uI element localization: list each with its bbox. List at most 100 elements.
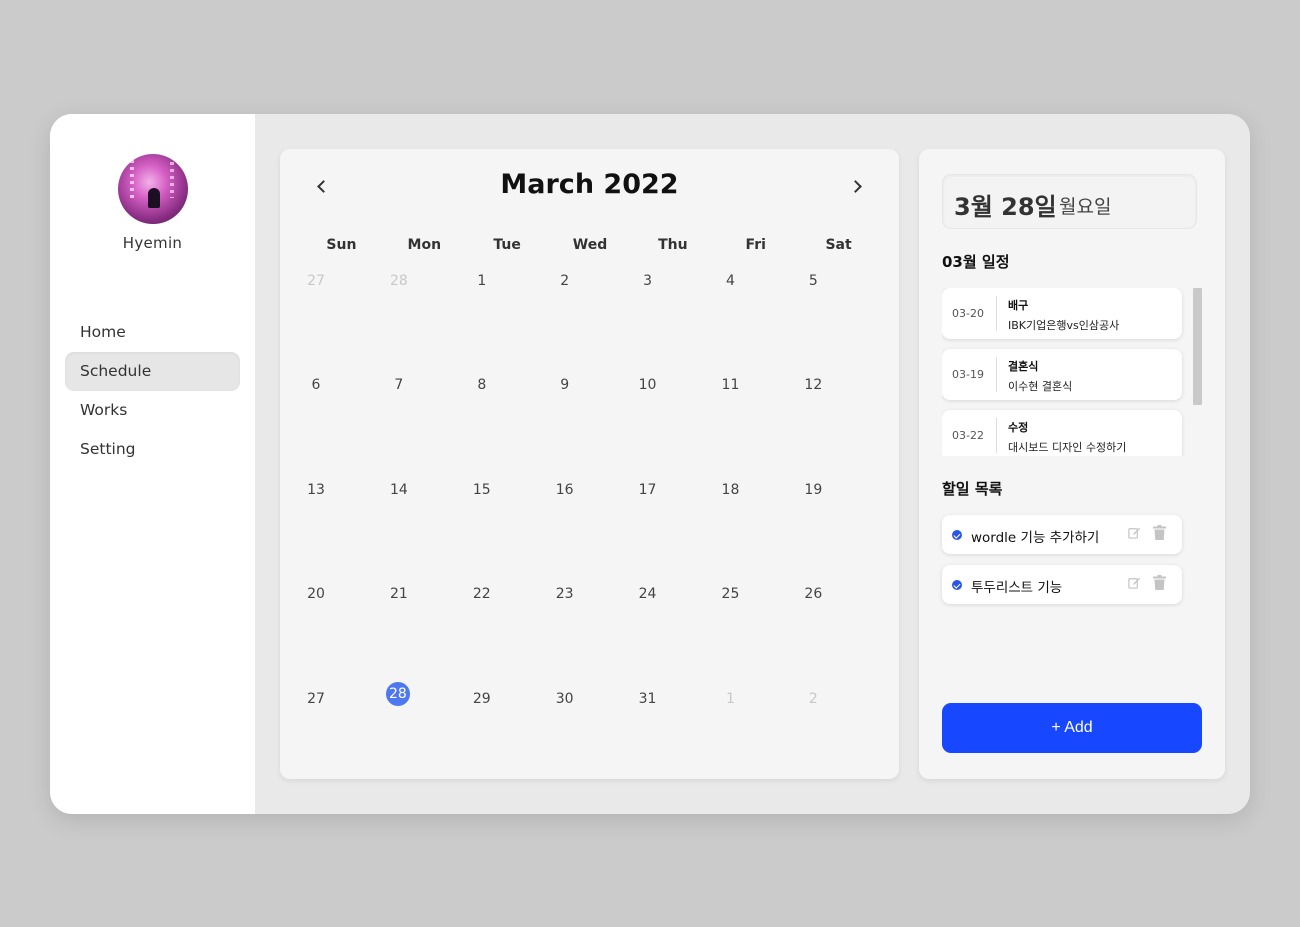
calendar-title: March 2022 <box>500 169 679 200</box>
calendar: March 2022 Sun Mon Tue Wed Thu Fri Sat 2… <box>280 149 899 779</box>
todo-label: 투두리스트 기능 <box>971 580 1063 596</box>
event-list-scrollbar[interactable] <box>1193 288 1202 405</box>
event-title: 배구 <box>1008 299 1029 312</box>
sidebar-item-schedule[interactable]: Schedule <box>65 352 240 391</box>
chevron-right-icon[interactable] <box>847 175 869 197</box>
calendar-day[interactable]: 17 <box>632 476 715 580</box>
calendar-day[interactable]: 11 <box>714 371 797 475</box>
day-number: 15 <box>472 481 491 498</box>
calendar-day[interactable]: 18 <box>714 476 797 580</box>
calendar-day-today[interactable]: 28 <box>383 681 466 789</box>
calendar-day[interactable]: 2 <box>549 267 632 371</box>
sidebar-item-setting[interactable]: Setting <box>65 430 240 469</box>
weekday-label: Thu <box>658 237 688 253</box>
calendar-day[interactable]: 30 <box>549 685 632 789</box>
calendar-day[interactable]: 10 <box>632 371 715 475</box>
calendar-day[interactable]: 8 <box>466 371 549 475</box>
event-description: IBK기업은행vs인삼공사 <box>1008 319 1120 332</box>
app-window: Hyemin Home Schedule Works Setting March… <box>50 114 1250 814</box>
day-number: 27 <box>307 273 325 289</box>
day-number: 25 <box>721 586 740 603</box>
day-number: 28 <box>389 273 408 289</box>
calendar-day[interactable]: 12 <box>797 371 880 475</box>
calendar-day[interactable]: 5 <box>797 267 880 371</box>
calendar-day[interactable]: 1 <box>466 267 549 371</box>
day-number: 4 <box>725 273 735 289</box>
calendar-day[interactable]: 6 <box>300 371 383 475</box>
day-number: 16 <box>555 481 574 498</box>
todo-item[interactable]: wordle 기능 추가하기 <box>942 515 1182 554</box>
calendar-day[interactable]: 25 <box>714 580 797 684</box>
day-number: 23 <box>555 586 574 603</box>
day-panel: 3월 28일 월요일 03월 일정 03-20 배구 IBK기업은행vs인삼공사… <box>919 149 1225 779</box>
avatar[interactable] <box>118 154 188 224</box>
sidebar: Hyemin Home Schedule Works Setting <box>50 114 255 814</box>
day-number: 21 <box>389 586 408 603</box>
selected-date-box: 3월 28일 월요일 <box>942 174 1197 229</box>
calendar-day[interactable]: 14 <box>383 476 466 580</box>
day-number: 18 <box>721 481 740 498</box>
weekday-label: Wed <box>572 237 608 253</box>
sidebar-item-works[interactable]: Works <box>65 391 240 430</box>
calendar-grid: 27 28 1 2 3 4 5 6 7 8 9 10 11 12 13 14 15 16 17 18 19 20 21 22 2… <box>300 267 880 789</box>
day-number: 22 <box>472 586 491 603</box>
weekday-label: Sat <box>825 237 852 253</box>
sidebar-item-home[interactable]: Home <box>65 313 240 352</box>
calendar-day[interactable]: 13 <box>300 476 383 580</box>
day-number: 17 <box>638 481 657 498</box>
day-number: 19 <box>804 481 823 498</box>
day-number: 1 <box>477 273 487 289</box>
calendar-day[interactable]: 1 <box>714 685 797 789</box>
calendar-day[interactable]: 9 <box>549 371 632 475</box>
weekday-label: Sun <box>326 237 357 253</box>
trash-icon[interactable] <box>1153 525 1166 540</box>
divider <box>996 357 997 392</box>
calendar-day[interactable]: 27 <box>300 267 383 371</box>
event-list[interactable]: 03-20 배구 IBK기업은행vs인삼공사 03-19 결혼식 이수현 결혼식… <box>942 288 1202 456</box>
calendar-day[interactable]: 29 <box>466 685 549 789</box>
event-date: 03-22 <box>952 429 984 442</box>
calendar-day[interactable]: 2 <box>797 685 880 789</box>
schedule-heading: 03월 일정 <box>942 253 1010 271</box>
weekday-header: Sun Mon Tue Wed Thu Fri Sat <box>300 237 880 253</box>
weekday-label: Fri <box>745 237 766 253</box>
edit-icon[interactable] <box>1128 576 1141 589</box>
day-number: 10 <box>638 377 657 394</box>
edit-icon[interactable] <box>1128 526 1141 539</box>
check-circle-icon[interactable] <box>952 530 962 540</box>
event-date: 03-20 <box>952 307 984 320</box>
day-number: 29 <box>472 690 491 707</box>
calendar-day[interactable]: 21 <box>383 580 466 684</box>
trash-icon[interactable] <box>1153 575 1166 590</box>
calendar-day[interactable]: 16 <box>549 476 632 580</box>
event-card[interactable]: 03-20 배구 IBK기업은행vs인삼공사 <box>942 288 1182 339</box>
calendar-day[interactable]: 7 <box>383 371 466 475</box>
calendar-day[interactable]: 23 <box>549 580 632 684</box>
calendar-day[interactable]: 31 <box>632 685 715 789</box>
day-number: 6 <box>311 377 321 394</box>
day-number: 28 <box>385 681 410 706</box>
weekday-label: Tue <box>493 237 521 253</box>
event-card[interactable]: 03-22 수정 대시보드 디자인 수정하기 <box>942 410 1182 456</box>
todo-item[interactable]: 투두리스트 기능 <box>942 565 1182 604</box>
calendar-day[interactable]: 28 <box>383 267 466 371</box>
calendar-day[interactable]: 15 <box>466 476 549 580</box>
day-number: 2 <box>560 273 570 289</box>
day-number: 11 <box>721 377 740 394</box>
check-circle-icon[interactable] <box>952 580 962 590</box>
day-number: 20 <box>307 586 325 603</box>
calendar-day[interactable]: 3 <box>632 267 715 371</box>
calendar-day[interactable]: 24 <box>632 580 715 684</box>
day-number: 5 <box>808 273 818 289</box>
calendar-day[interactable]: 26 <box>797 580 880 684</box>
add-button[interactable]: + Add <box>942 703 1202 753</box>
calendar-day[interactable]: 4 <box>714 267 797 371</box>
day-number: 24 <box>638 586 657 603</box>
calendar-day[interactable]: 22 <box>466 580 549 684</box>
event-title: 결혼식 <box>1008 360 1039 373</box>
event-card[interactable]: 03-19 결혼식 이수현 결혼식 <box>942 349 1182 400</box>
calendar-day[interactable]: 27 <box>300 685 383 789</box>
day-number: 3 <box>643 273 653 289</box>
calendar-day[interactable]: 19 <box>797 476 880 580</box>
calendar-day[interactable]: 20 <box>300 580 383 684</box>
